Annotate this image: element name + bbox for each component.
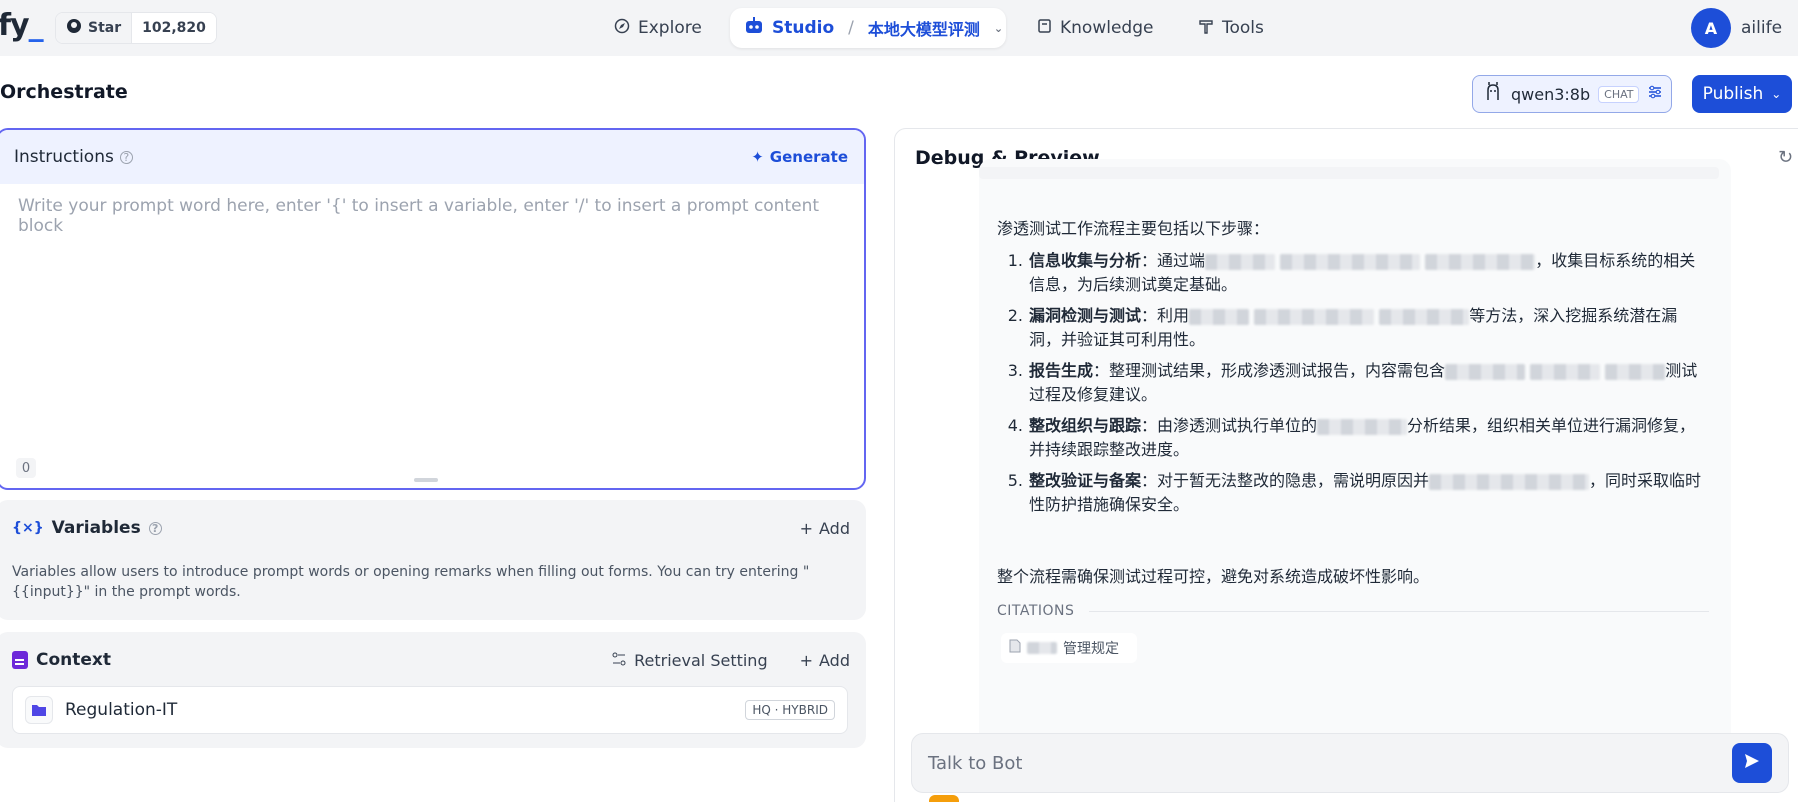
plus-icon: + (799, 518, 814, 538)
robot-icon (744, 16, 764, 40)
variable-icon: {×} (12, 520, 44, 536)
nav-knowledge[interactable]: Knowledge (1036, 10, 1153, 46)
chevron-down-icon: ⌄ (993, 21, 1004, 35)
bot-answer: 渗透测试工作流程主要包括以下步骤： 1. 信息收集与分析：通过端 ，收集目标系统… (979, 159, 1731, 779)
add-variable-button[interactable]: + Add (800, 519, 850, 538)
app-logo[interactable]: fy_ (0, 8, 44, 43)
context-panel: Context Retrieval Setting + Add Regulati… (0, 632, 866, 748)
citations-divider (1089, 611, 1709, 612)
sliders-icon (612, 651, 626, 670)
github-icon (66, 18, 82, 38)
add-context-button[interactable]: + Add (800, 651, 850, 670)
refresh-icon[interactable]: ↻ (1778, 147, 1793, 168)
citations-label: CITATIONS (997, 603, 1075, 619)
dataset-index-badge: HQ · HYBRID (745, 700, 835, 720)
nav-explore[interactable]: Explore (614, 10, 702, 46)
citation-item[interactable]: 管理规定 (1001, 633, 1137, 663)
list-item: 3. 报告生成：整理测试结果，形成渗透测试报告，内容需包含 测试过程及修复建议。 (1007, 361, 1698, 404)
publish-button[interactable]: Publish ⌄ (1692, 75, 1792, 113)
avatar: A (1691, 8, 1731, 48)
help-icon[interactable]: ? (148, 521, 162, 535)
document-icon (12, 651, 28, 669)
star-label: Star (88, 20, 122, 36)
list-item: 2. 漏洞检测与测试：利用 等方法，深入挖掘系统潜在漏洞，并验证其可利用性。 (1007, 306, 1678, 349)
llama-icon (1483, 82, 1503, 106)
instructions-title: Instructions (14, 147, 114, 167)
nav-separator: / (848, 18, 854, 38)
generate-button[interactable]: ✦ Generate (751, 148, 848, 166)
plus-icon: + (799, 650, 814, 670)
hammer-icon (1198, 18, 1214, 39)
dataset-name: Regulation-IT (65, 700, 178, 720)
prompt-editor[interactable]: Write your prompt word here, enter '{' t… (0, 184, 864, 248)
context-title: Context (36, 650, 112, 670)
compass-icon (614, 18, 630, 39)
answer-top-bar (979, 167, 1719, 179)
help-icon[interactable]: ? (119, 150, 133, 164)
model-name: qwen3:8b (1511, 84, 1591, 104)
list-item: 5. 整改验证与备案：对于暂无法整改的隐患，需说明原因并 ，同时采取临时性防护措施… (1007, 471, 1702, 514)
model-mode-badge: CHAT (1598, 85, 1640, 103)
username: ailife (1741, 18, 1783, 38)
resize-handle[interactable] (414, 478, 438, 482)
book-icon (1036, 18, 1052, 39)
variables-title: Variables (51, 518, 141, 538)
variables-description: Variables allow users to introduce promp… (12, 564, 810, 600)
list-item: 4. 整改组织与跟踪：由渗透测试执行单位的 分析结果，组织相关单位进行漏洞修复，并… (1007, 416, 1696, 459)
send-button[interactable] (1732, 743, 1772, 783)
star-count: 102,820 (132, 13, 216, 43)
file-icon (1009, 639, 1021, 657)
answer-step-list: 1. 信息收集与分析：通过端 ，收集目标系统的相关信息，为后续测试奠定基础。 2… (997, 249, 1707, 524)
send-icon (1743, 752, 1761, 774)
dataset-item[interactable]: Regulation-IT HQ · HYBRID (12, 686, 848, 734)
nav-studio[interactable]: Studio / 本地大模型评测 ⌄ (730, 8, 1006, 48)
instructions-header: Instructions ? ✦ Generate (0, 130, 864, 184)
nav-tools[interactable]: Tools (1198, 10, 1264, 46)
settings-sliders-icon[interactable] (1647, 84, 1663, 104)
answer-outro: 整个流程需确保测试过程可控，避免对系统造成破坏性影响。 (997, 567, 1430, 586)
answer-intro: 渗透测试工作流程主要包括以下步骤： (997, 219, 1270, 238)
github-star-button[interactable]: Star (56, 13, 133, 43)
debug-preview-panel: Debug & Preview ↻ 渗透测试工作流程主要包括以下步骤： 1. 信… (894, 128, 1798, 802)
sparkle-icon: ✦ (751, 148, 764, 166)
feature-chip-peek[interactable] (929, 795, 959, 802)
folder-icon (25, 696, 53, 724)
user-menu[interactable]: A ailife (1691, 8, 1782, 48)
current-app-selector[interactable]: 本地大模型评测 (868, 16, 980, 40)
chat-input-placeholder: Talk to Bot (928, 752, 1023, 774)
chat-input[interactable]: Talk to Bot (911, 733, 1789, 793)
character-count: 0 (16, 458, 36, 478)
instructions-panel: Instructions ? ✦ Generate Write your pro… (0, 128, 866, 490)
variables-panel: {×} Variables ? + Add Variables allow us… (0, 500, 866, 620)
list-item: 1. 信息收集与分析：通过端 ，收集目标系统的相关信息，为后续测试奠定基础。 (1007, 251, 1696, 294)
github-star-widget[interactable]: Star 102,820 (55, 12, 217, 44)
top-navbar: fy_ Star 102,820 Explore Studio / 本地大模型评… (0, 0, 1798, 56)
retrieval-setting-button[interactable]: Retrieval Setting (612, 651, 768, 670)
page-title: Orchestrate (0, 81, 128, 103)
chevron-down-icon: ⌄ (1771, 87, 1782, 101)
model-selector[interactable]: qwen3:8b CHAT (1472, 75, 1672, 113)
